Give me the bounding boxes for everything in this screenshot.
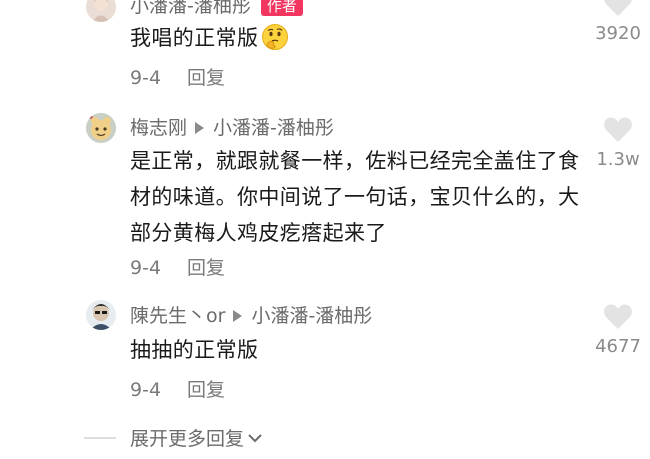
comment-user-line: 陳先生丶or 小潘潘-潘柚彤 [130, 304, 372, 328]
thinking-face-emoji-icon [261, 23, 289, 51]
like-button[interactable]: 4677 [588, 303, 648, 358]
comment-text: 抽抽的正常版 [130, 338, 259, 362]
reply-to-username[interactable]: 小潘潘-潘柚彤 [213, 116, 334, 140]
comment-date: 9-4 [130, 257, 162, 279]
author-badge: 作者 [260, 0, 303, 16]
username[interactable]: 梅志刚 [130, 116, 187, 140]
expand-more-replies[interactable]: 展开更多回复 [84, 424, 263, 451]
avatar[interactable] [86, 113, 116, 143]
heart-icon [604, 0, 632, 16]
comment-date: 9-4 [130, 67, 162, 89]
reply-button[interactable]: 回复 [187, 67, 225, 89]
like-count: 3920 [595, 23, 641, 44]
like-button[interactable]: 1.3w [588, 116, 648, 171]
comment-user-line: 小潘潘-潘柚彤 作者 [130, 0, 303, 18]
like-button[interactable]: 3920 [588, 0, 648, 45]
avatar[interactable] [86, 0, 116, 22]
avatar[interactable] [86, 300, 116, 330]
like-count: 1.3w [596, 149, 640, 170]
reply-to-username[interactable]: 小潘潘-潘柚彤 [251, 304, 372, 328]
reply-button[interactable]: 回复 [187, 379, 225, 401]
comment-meta: 9-4 回复 [130, 256, 225, 280]
comment-date: 9-4 [130, 379, 162, 401]
reply-arrow-icon [233, 310, 243, 322]
reply-arrow-icon [195, 122, 205, 134]
username[interactable]: 陳先生丶or [130, 304, 225, 328]
like-count: 4677 [595, 336, 641, 357]
username[interactable]: 小潘潘-潘柚彤 [130, 0, 251, 18]
comment-meta: 9-4 回复 [130, 66, 225, 90]
comment-text: 我唱的正常版 [130, 20, 580, 56]
divider-line [84, 436, 116, 439]
comment-text: 是正常，就跟就餐一样，佐料已经完全盖住了食材的味道。你中间说了一句话，宝贝什么的… [130, 149, 580, 245]
comment-text-content: 我唱的正常版 [130, 26, 259, 50]
expand-more-label[interactable]: 展开更多回复 [130, 424, 244, 451]
heart-icon [604, 117, 632, 142]
reply-button[interactable]: 回复 [187, 257, 225, 279]
comment-user-line: 梅志刚 小潘潘-潘柚彤 [130, 116, 334, 140]
chevron-down-icon [248, 433, 262, 442]
heart-icon [604, 304, 632, 329]
comment-meta: 9-4 回复 [130, 378, 225, 402]
